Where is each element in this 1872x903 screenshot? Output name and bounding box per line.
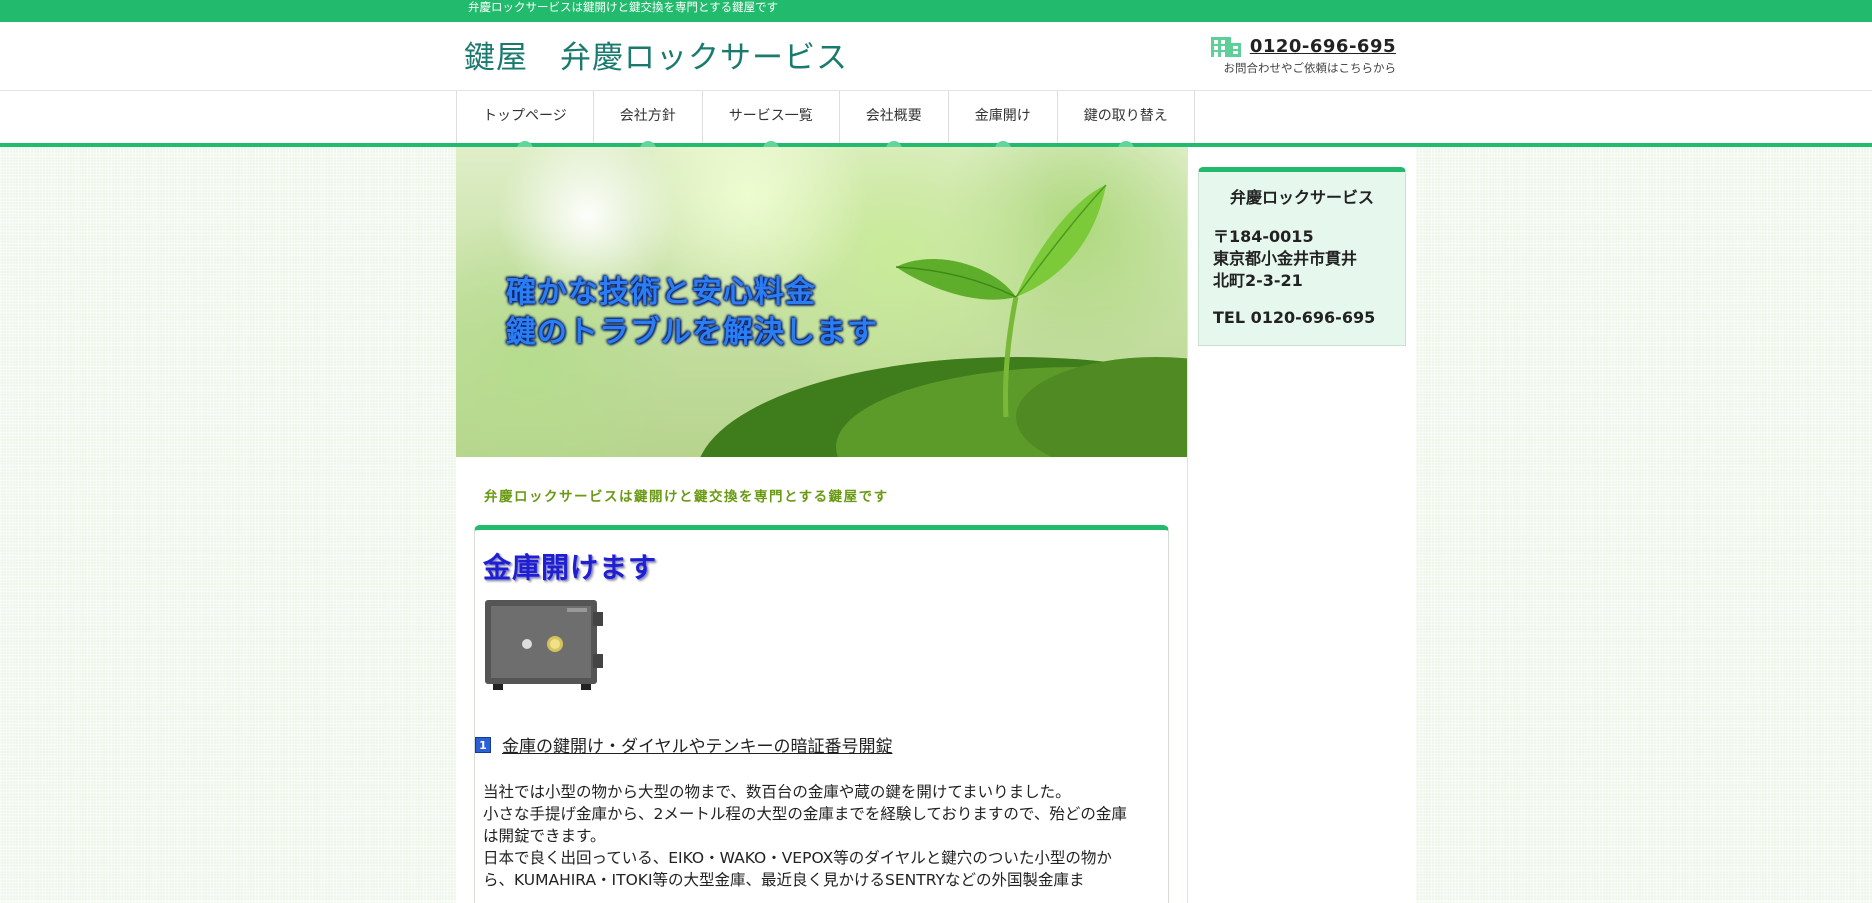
nav-item-label: 会社方針 — [619, 108, 676, 124]
address-line-2: 北町2-3-21 — [1213, 271, 1303, 290]
phone-contact: 0120-696-695 お問合わせやご依頼はこちらから — [1210, 34, 1396, 76]
postal-code: 〒184-0015 — [1213, 227, 1314, 246]
nav-item-company[interactable]: 会社概要 — [840, 91, 949, 151]
paragraph: 小さな手提げ金庫から、2メートル程の大型の金庫までを経験しておりますので、殆どの… — [483, 805, 1127, 845]
content-section: 金庫開けます 1 金庫の鍵開け・ダイヤルやテンキーの暗証番号開錠 当社では小型の… — [474, 525, 1169, 903]
subheading: 1 金庫の鍵開け・ダイヤルやテンキーの暗証番号開錠 — [475, 732, 1160, 757]
company-info-box: 弁慶ロックサービス 〒184-0015 東京都小金井市貫井 北町2-3-21 T… — [1198, 167, 1406, 346]
subheading-link[interactable]: 金庫の鍵開け・ダイヤルやテンキーの暗証番号開錠 — [502, 732, 893, 757]
global-nav: トップページ 会社方針 サービス一覧 会社概要 金庫開け 鍵の取り替え — [0, 91, 1872, 151]
nav-item-services[interactable]: サービス一覧 — [703, 91, 840, 151]
tagline: 弁慶ロックサービスは鍵開けと鍵交換を専門とする鍵屋です — [484, 489, 889, 505]
nav-item-top[interactable]: トップページ — [456, 91, 594, 151]
body-text: 当社では小型の物から大型の物まで、数百台の金庫や蔵の鍵を開けてまいりました。 小… — [483, 781, 1160, 891]
top-bar-text: 弁慶ロックサービスは鍵開けと鍵交換を専門とする鍵屋です — [468, 0, 779, 14]
nav-item-label: 会社概要 — [865, 108, 922, 124]
nav-item-safe-opening[interactable]: 金庫開け — [949, 91, 1058, 151]
page-body: 確かな技術と安心料金 鍵のトラブルを解決します 弁慶ロックサービスは鍵開けと鍵交… — [456, 147, 1416, 903]
nav-item-label: サービス一覧 — [728, 108, 813, 124]
paragraph: 当社では小型の物から大型の物まで、数百台の金庫や蔵の鍵を開けてまいりました。 — [483, 783, 1071, 801]
phone-number[interactable]: 0120-696-695 — [1250, 36, 1396, 57]
safe-image — [485, 600, 603, 690]
sidebar: 弁慶ロックサービス 〒184-0015 東京都小金井市貫井 北町2-3-21 T… — [1188, 147, 1416, 903]
site-title[interactable]: 鍵屋 弁慶ロックサービス — [464, 32, 848, 77]
nav-item-label: トップページ — [483, 108, 567, 124]
sidebar-tel: TEL 0120-696-695 — [1213, 308, 1376, 327]
nav-item-lock-replacement[interactable]: 鍵の取り替え — [1058, 91, 1195, 151]
nav-item-policy[interactable]: 会社方針 — [594, 91, 703, 151]
sidebar-title: 弁慶ロックサービス — [1229, 188, 1374, 207]
nav-item-label: 金庫開け — [974, 108, 1031, 124]
main-column: 確かな技術と安心料金 鍵のトラブルを解決します 弁慶ロックサービスは鍵開けと鍵交… — [456, 147, 1188, 903]
hero-banner: 確かな技術と安心料金 鍵のトラブルを解決します — [456, 147, 1187, 457]
number-badge-icon: 1 — [475, 736, 491, 753]
top-bar: 弁慶ロックサービスは鍵開けと鍵交換を専門とする鍵屋です — [0, 0, 1872, 22]
section-heading: 金庫開けます — [483, 551, 658, 584]
paragraph: 日本で良く出回っている、EIKO・WAKO・VEPOX等のダイヤルと鍵穴のついた… — [483, 849, 1112, 889]
building-icon — [1210, 37, 1241, 57]
address-line-1: 東京都小金井市貫井 — [1213, 249, 1358, 268]
phone-note: お問合わせやご依頼はこちらから — [1223, 61, 1397, 75]
site-header: 鍵屋 弁慶ロックサービス 0120-696-695 お問合わせやご依頼はこちらか… — [0, 22, 1872, 91]
hero-headline-1: 確かな技術と安心料金 — [506, 275, 816, 310]
nav-item-label: 鍵の取り替え — [1083, 108, 1168, 124]
hero-headline-2: 鍵のトラブルを解決します — [506, 315, 878, 350]
